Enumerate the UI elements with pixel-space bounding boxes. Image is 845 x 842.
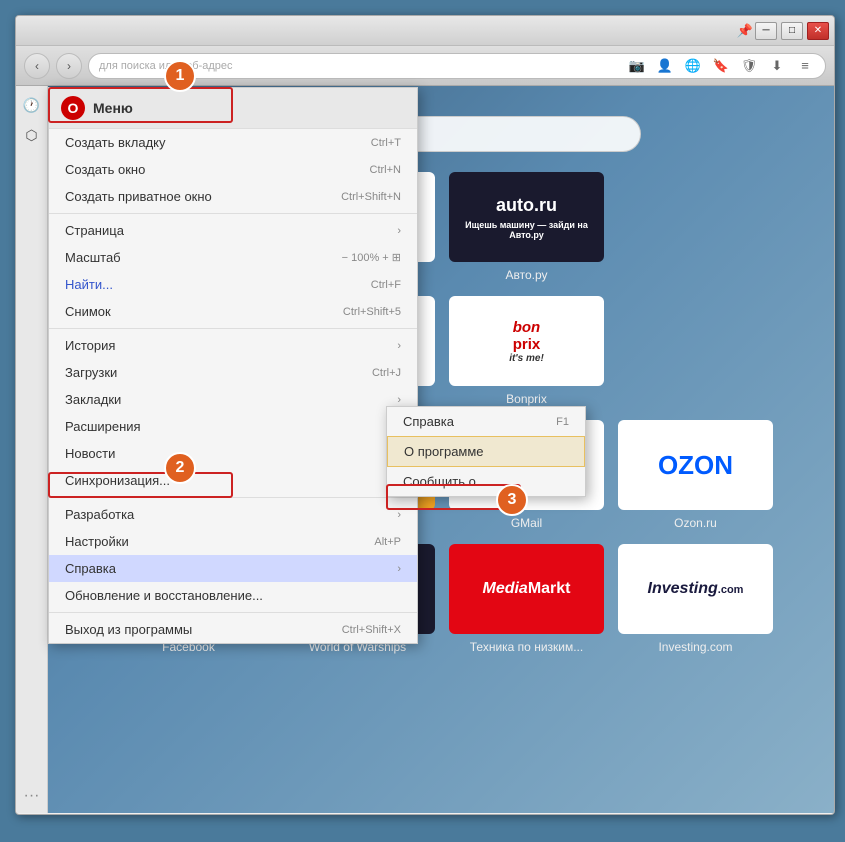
dial-bonprix[interactable]: bon prix it's me! Bonprix	[449, 296, 604, 406]
sidebar-more-icon[interactable]: ···	[24, 787, 40, 805]
dial-investing-thumb: Investing.com	[618, 544, 773, 634]
menu-sync[interactable]: Синхронизация...	[49, 467, 417, 494]
menu-settings[interactable]: Настройки Alt+P	[49, 528, 417, 555]
menu-header: O Меню	[49, 88, 417, 129]
menu-extensions[interactable]: Расширения ›	[49, 413, 417, 440]
back-button[interactable]: ‹	[24, 53, 50, 79]
annotation-3: 3	[496, 484, 528, 516]
opera-icon: O	[61, 96, 85, 120]
dial-auto-thumb: auto.ru Ищешь машину — зайди на Авто.ру	[449, 172, 604, 262]
menu-title: Меню	[93, 100, 133, 116]
menu-find[interactable]: Найти... Ctrl+F	[49, 271, 417, 298]
sidebar: 🕐 ⬡ ···	[16, 86, 48, 813]
toolbar: ‹ › для поиска или веб-адрес 📷 👤 🌐 🔖 🛡 ⬇…	[16, 46, 834, 86]
menu-zoom[interactable]: Масштаб − 100% + ⊞	[49, 244, 417, 271]
dial-mediamarkt[interactable]: MediaMarkt Техника по низким...	[449, 544, 604, 654]
menu-sep-4	[49, 612, 417, 613]
dial-mediamarkt-label: Техника по низким...	[470, 640, 583, 654]
maximize-button[interactable]: □	[781, 22, 803, 40]
dial-ozon[interactable]: OZON Ozon.ru	[618, 420, 773, 530]
menu-help[interactable]: Справка ›	[49, 555, 417, 582]
menu-news[interactable]: Новости	[49, 440, 417, 467]
title-bar: 📌 ─ □ ✕	[16, 16, 834, 46]
annotation-1: 1	[164, 60, 196, 92]
menu-icon: ≡	[795, 56, 815, 76]
submenu-report[interactable]: Сообщить о...	[387, 467, 585, 496]
menu-exit[interactable]: Выход из программы Ctrl+Shift+X	[49, 616, 417, 643]
menu-update[interactable]: Обновление и восстановление...	[49, 582, 417, 609]
menu-sep-2	[49, 328, 417, 329]
menu-new-window[interactable]: Создать окно Ctrl+N	[49, 156, 417, 183]
dial-investing[interactable]: Investing.com Investing.com	[618, 544, 773, 654]
menu-dev[interactable]: Разработка ›	[49, 501, 417, 528]
dial-gmail-label: GMail	[511, 516, 542, 530]
globe-icon: 🌐	[683, 56, 703, 76]
annotation-2: 2	[164, 452, 196, 484]
menu-private-window[interactable]: Создать приватное окно Ctrl+Shift+N	[49, 183, 417, 210]
sidebar-clock-icon[interactable]: 🕐	[21, 94, 43, 116]
dial-ozon-label: Ozon.ru	[674, 516, 717, 530]
bookmark-icon: 🔖	[711, 56, 731, 76]
dial-bonprix-thumb: bon prix it's me!	[449, 296, 604, 386]
user-icon: 👤	[655, 56, 675, 76]
menu-downloads[interactable]: Загрузки Ctrl+J	[49, 359, 417, 386]
pin-icon[interactable]: 📌	[735, 21, 755, 41]
shield-icon: 🛡	[739, 56, 759, 76]
dial-investing-label: Investing.com	[658, 640, 732, 654]
help-submenu: Справка F1 О программе Сообщить о...	[386, 406, 586, 497]
menu-sep-3	[49, 497, 417, 498]
camera-icon: 📷	[627, 56, 647, 76]
menu-snapshot[interactable]: Снимок Ctrl+Shift+5	[49, 298, 417, 325]
forward-button[interactable]: ›	[56, 53, 82, 79]
menu-history[interactable]: История ›	[49, 332, 417, 359]
minimize-button[interactable]: ─	[755, 22, 777, 40]
dial-bonprix-label: Bonprix	[506, 392, 547, 406]
menu-dropdown: O Меню Создать вкладку Ctrl+T Создать ок…	[48, 87, 418, 644]
menu-bookmarks[interactable]: Закладки ›	[49, 386, 417, 413]
menu-new-tab[interactable]: Создать вкладку Ctrl+T	[49, 129, 417, 156]
address-bar[interactable]: для поиска или веб-адрес 📷 👤 🌐 🔖 🛡 ⬇ ≡	[88, 53, 826, 79]
dial-ozon-thumb: OZON	[618, 420, 773, 510]
dial-auto-label: Авто.ру	[505, 268, 547, 282]
dial-mediamarkt-thumb: MediaMarkt	[449, 544, 604, 634]
submenu-help[interactable]: Справка F1	[387, 407, 585, 436]
dial-auto[interactable]: auto.ru Ищешь машину — зайди на Авто.ру …	[449, 172, 604, 282]
download-icon: ⬇	[767, 56, 787, 76]
menu-page[interactable]: Страница ›	[49, 217, 417, 244]
sidebar-bookmark-icon[interactable]: ⬡	[21, 124, 43, 146]
window-controls: ─ □ ✕	[755, 22, 829, 40]
close-button[interactable]: ✕	[807, 22, 829, 40]
menu-sep-1	[49, 213, 417, 214]
browser-window: 📌 ─ □ ✕ ‹ › для поиска или веб-адрес 📷 👤…	[15, 15, 835, 815]
submenu-about[interactable]: О программе	[387, 436, 585, 467]
